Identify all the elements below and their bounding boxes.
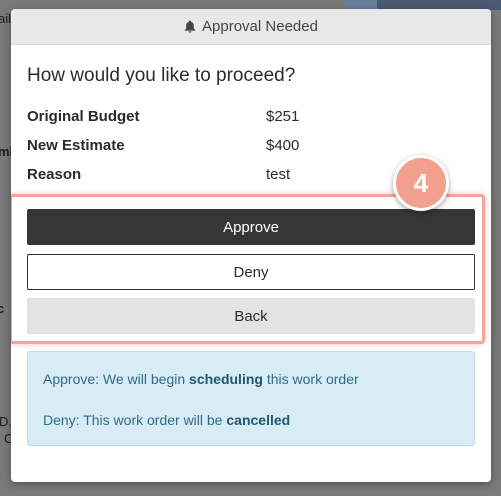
deny-info-line: Deny: This work order will be cancelled: [43, 412, 290, 428]
modal-title: Approval Needed: [202, 18, 318, 35]
detail-label: Reason: [27, 166, 82, 183]
detail-label: New Estimate: [27, 137, 125, 154]
detail-value: $251: [266, 108, 300, 125]
deny-button[interactable]: Deny: [27, 254, 475, 290]
approval-modal: Approval Needed How would you like to pr…: [11, 9, 491, 482]
proceed-question: How would you like to proceed?: [27, 65, 296, 86]
approve-button[interactable]: Approve: [27, 209, 475, 245]
deny-info-text: Deny: This work order will be: [43, 412, 227, 428]
approve-info-text: Approve: We will begin: [43, 371, 190, 387]
approve-info-text-end: this work order: [262, 371, 359, 387]
background-text-fragment: c: [0, 301, 5, 316]
bell-icon: [184, 20, 196, 33]
background-text-fragment: ail: [0, 11, 12, 26]
decision-info-box: Approve: We will begin scheduling this w…: [27, 351, 475, 446]
detail-value: $400: [266, 137, 300, 154]
deny-info-emphasis: cancelled: [226, 412, 291, 428]
detail-label: Original Budget: [27, 108, 140, 125]
detail-value: test: [266, 166, 291, 183]
approve-info-line: Approve: We will begin scheduling this w…: [43, 371, 359, 387]
modal-header: Approval Needed: [11, 9, 491, 45]
approve-info-emphasis: scheduling: [189, 371, 263, 387]
step-number-badge: 4: [393, 155, 449, 211]
back-button[interactable]: Back: [27, 298, 475, 334]
